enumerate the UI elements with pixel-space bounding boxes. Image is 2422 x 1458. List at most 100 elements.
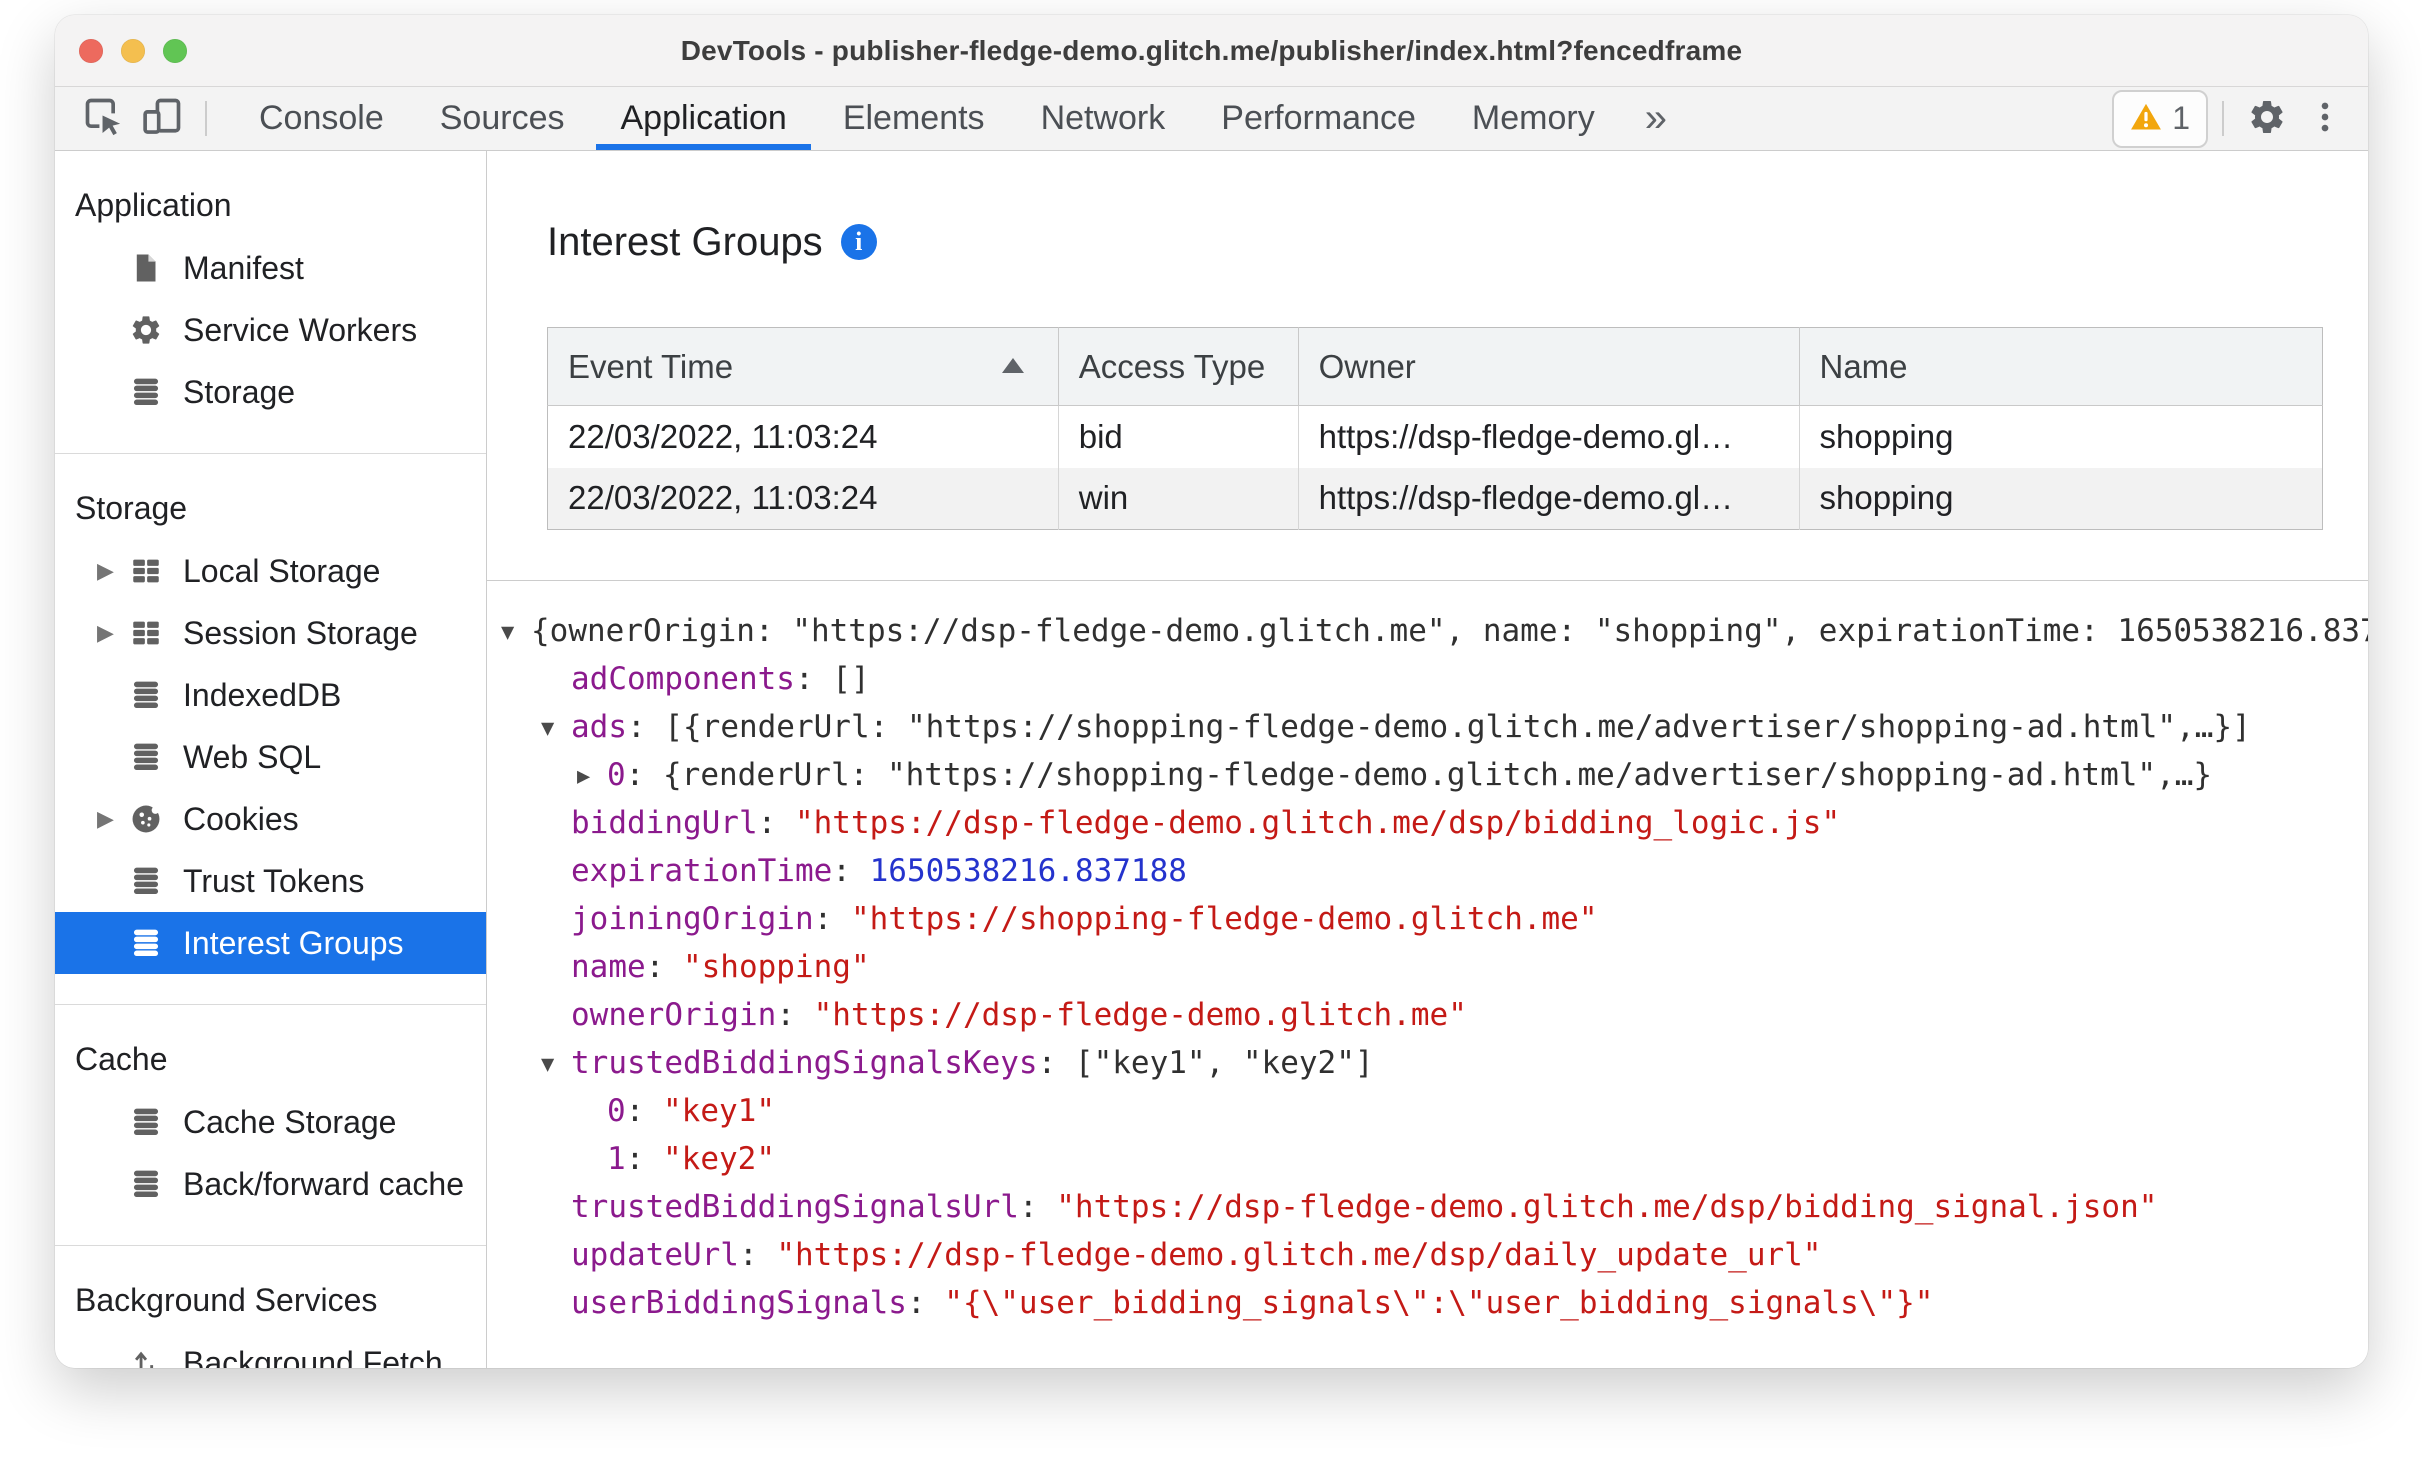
- page-title: Interest Groups: [547, 220, 823, 264]
- tab-elements[interactable]: Elements: [815, 87, 1013, 150]
- zoom-button[interactable]: [163, 38, 187, 63]
- sidebar-item-interest-groups[interactable]: Interest Groups: [55, 912, 486, 974]
- close-button[interactable]: [79, 38, 103, 63]
- cell-name: shopping: [1799, 467, 2323, 530]
- device-toolbar-button[interactable]: [133, 87, 191, 150]
- tab-network[interactable]: Network: [1013, 87, 1194, 150]
- cell-access-type: bid: [1058, 405, 1299, 468]
- sidebar-item-local-storage[interactable]: ▶ Local Storage: [55, 540, 486, 602]
- sidebar-item-storage[interactable]: Storage: [55, 361, 486, 423]
- cell-event-time: 22/03/2022, 11:03:24: [547, 405, 1059, 468]
- property-value: "https://shopping-fledge-demo.glitch.me": [850, 901, 1598, 937]
- tree-line[interactable]: ▼ trustedBiddingSignalsKeys: ["key1", "ke…: [487, 1039, 2368, 1087]
- property-name: userBiddingSignals: [571, 1285, 907, 1321]
- sidebar-item-manifest[interactable]: Manifest: [55, 237, 486, 299]
- collapsed-triangle-icon[interactable]: ▶: [577, 753, 607, 801]
- sidebar-item-label: Trust Tokens: [183, 862, 365, 899]
- sidebar-item-background-fetch[interactable]: Background Fetch: [55, 1332, 486, 1368]
- sidebar-item-trust-tokens[interactable]: Trust Tokens: [55, 850, 486, 912]
- sidebar-item-label: Web SQL: [183, 738, 322, 775]
- interest-group-events-table: Event Time Access Type Owner Name 22/03/2022…: [547, 327, 2323, 530]
- property-name: 0: [607, 757, 626, 793]
- property-name: 0: [607, 1093, 626, 1129]
- sidebar-section-title-background-services: Background Services: [75, 1282, 378, 1318]
- warning-badge-button[interactable]: 1: [2112, 89, 2208, 148]
- chevron-right-icon[interactable]: ▶: [97, 558, 129, 584]
- tab-application[interactable]: Application: [592, 87, 814, 150]
- info-icon[interactable]: i: [840, 224, 877, 260]
- tab-console[interactable]: Console: [231, 87, 412, 150]
- tree-line[interactable]: ▼ ads: [{renderUrl: "https://shopping-fle…: [487, 703, 2368, 751]
- expanded-triangle-icon[interactable]: ▼: [541, 705, 571, 753]
- tree-line[interactable]: updateUrl: "https://dsp-fledge-demo.glit…: [487, 1231, 2368, 1279]
- sidebar-item-label: Background Fetch: [183, 1344, 443, 1369]
- column-header-name[interactable]: Name: [1799, 327, 2323, 406]
- table-icon: [129, 616, 163, 650]
- settings-button[interactable]: [2238, 87, 2296, 150]
- property-name: trustedBiddingSignalsUrl: [571, 1189, 1019, 1225]
- minimize-button[interactable]: [121, 38, 145, 63]
- column-header-event-time[interactable]: Event Time: [547, 327, 1059, 406]
- property-value: :: [738, 1237, 777, 1273]
- tree-line[interactable]: 1: "key2": [487, 1135, 2368, 1183]
- tree-line[interactable]: userBiddingSignals: "{\"user_bidding_sig…: [487, 1279, 2368, 1327]
- tree-line[interactable]: trustedBiddingSignalsUrl: "https://dsp-f…: [487, 1183, 2368, 1231]
- toolbar-separator-2: [2222, 101, 2224, 136]
- property-value: "https://dsp-fledge-demo.glitch.me": [813, 997, 1467, 1033]
- sidebar-item-cache-storage[interactable]: Cache Storage: [55, 1091, 486, 1153]
- property-name: adComponents: [571, 661, 795, 697]
- tree-line[interactable]: expirationTime: 1650538216.837188: [487, 847, 2368, 895]
- sidebar-section-cache: Cache Cache Storage Back/forward cache: [55, 1004, 486, 1215]
- column-header-access-type[interactable]: Access Type: [1058, 327, 1299, 406]
- tree-line[interactable]: ▼ {ownerOrigin: "https://dsp-fledge-demo.…: [487, 607, 2368, 655]
- expanded-triangle-icon[interactable]: ▼: [541, 1041, 571, 1089]
- tab-memory[interactable]: Memory: [1444, 87, 1623, 150]
- warning-icon: [2130, 101, 2162, 136]
- inspect-element-button[interactable]: [75, 87, 133, 150]
- table-header-row: Event Time Access Type Owner Name: [547, 327, 2323, 406]
- sidebar-item-web-sql[interactable]: Web SQL: [55, 726, 486, 788]
- sidebar-item-service-workers[interactable]: Service Workers: [55, 299, 486, 361]
- sidebar-section-background-services: Background Services Background Fetch: [55, 1245, 486, 1368]
- database-icon: [129, 1105, 163, 1139]
- property-value: : ["key1", "key2"]: [1037, 1045, 1374, 1081]
- chevron-right-icon[interactable]: ▶: [97, 806, 129, 832]
- tree-line[interactable]: biddingUrl: "https://dsp-fledge-demo.gli…: [487, 799, 2368, 847]
- menu-button[interactable]: [2296, 87, 2354, 150]
- tab-sources[interactable]: Sources: [412, 87, 593, 150]
- property-value: "shopping": [682, 949, 870, 985]
- sidebar-item-cookies[interactable]: ▶ Cookies: [55, 788, 486, 850]
- tree-line[interactable]: ▶ 0: {renderUrl: "https://shopping-fledge…: [487, 751, 2368, 799]
- table-row[interactable]: 22/03/2022, 11:03:24 win https://dsp-fledg…: [547, 467, 2323, 530]
- column-header-owner[interactable]: Owner: [1298, 327, 1800, 406]
- expanded-triangle-icon[interactable]: ▼: [501, 609, 531, 657]
- tree-line[interactable]: joiningOrigin: "https://shopping-fledge-…: [487, 895, 2368, 943]
- inspect-cursor-icon: [82, 95, 126, 142]
- devtools-window: DevTools - publisher-fledge-demo.glitch.…: [55, 15, 2368, 1368]
- sidebar-item-back-forward-cache[interactable]: Back/forward cache: [55, 1153, 486, 1215]
- tree-line[interactable]: adComponents: []: [487, 655, 2368, 703]
- table-row[interactable]: 22/03/2022, 11:03:24 bid https://dsp-fledg…: [547, 405, 2323, 468]
- gear-icon: [129, 313, 163, 347]
- sidebar-item-label: Local Storage: [183, 552, 381, 589]
- more-tabs-button[interactable]: »: [1623, 87, 1689, 150]
- property-value: :: [906, 1285, 945, 1321]
- database-icon: [129, 740, 163, 774]
- tree-line[interactable]: name: "shopping": [487, 943, 2368, 991]
- sidebar-section-title-storage: Storage: [75, 490, 188, 526]
- devtools-toolbar: Console Sources Application Elements Network…: [55, 87, 2368, 151]
- sidebar-item-session-storage[interactable]: ▶ Session Storage: [55, 602, 486, 664]
- property-value: :: [645, 949, 683, 985]
- desktop-background: DevTools - publisher-fledge-demo.glitch.…: [0, 0, 2422, 1458]
- panel-tabs: Console Sources Application Elements Network…: [231, 87, 1623, 150]
- property-name: name: [571, 949, 646, 985]
- sidebar-item-indexeddb[interactable]: IndexedDB: [55, 664, 486, 726]
- property-value: :: [625, 1141, 663, 1177]
- sidebar-item-label: Cookies: [183, 800, 299, 837]
- tree-line[interactable]: ownerOrigin: "https://dsp-fledge-demo.gl…: [487, 991, 2368, 1039]
- tab-performance[interactable]: Performance: [1193, 87, 1444, 150]
- property-name: ads: [571, 709, 627, 745]
- tree-line[interactable]: 0: "key1": [487, 1087, 2368, 1135]
- chevron-right-icon[interactable]: ▶: [97, 620, 129, 646]
